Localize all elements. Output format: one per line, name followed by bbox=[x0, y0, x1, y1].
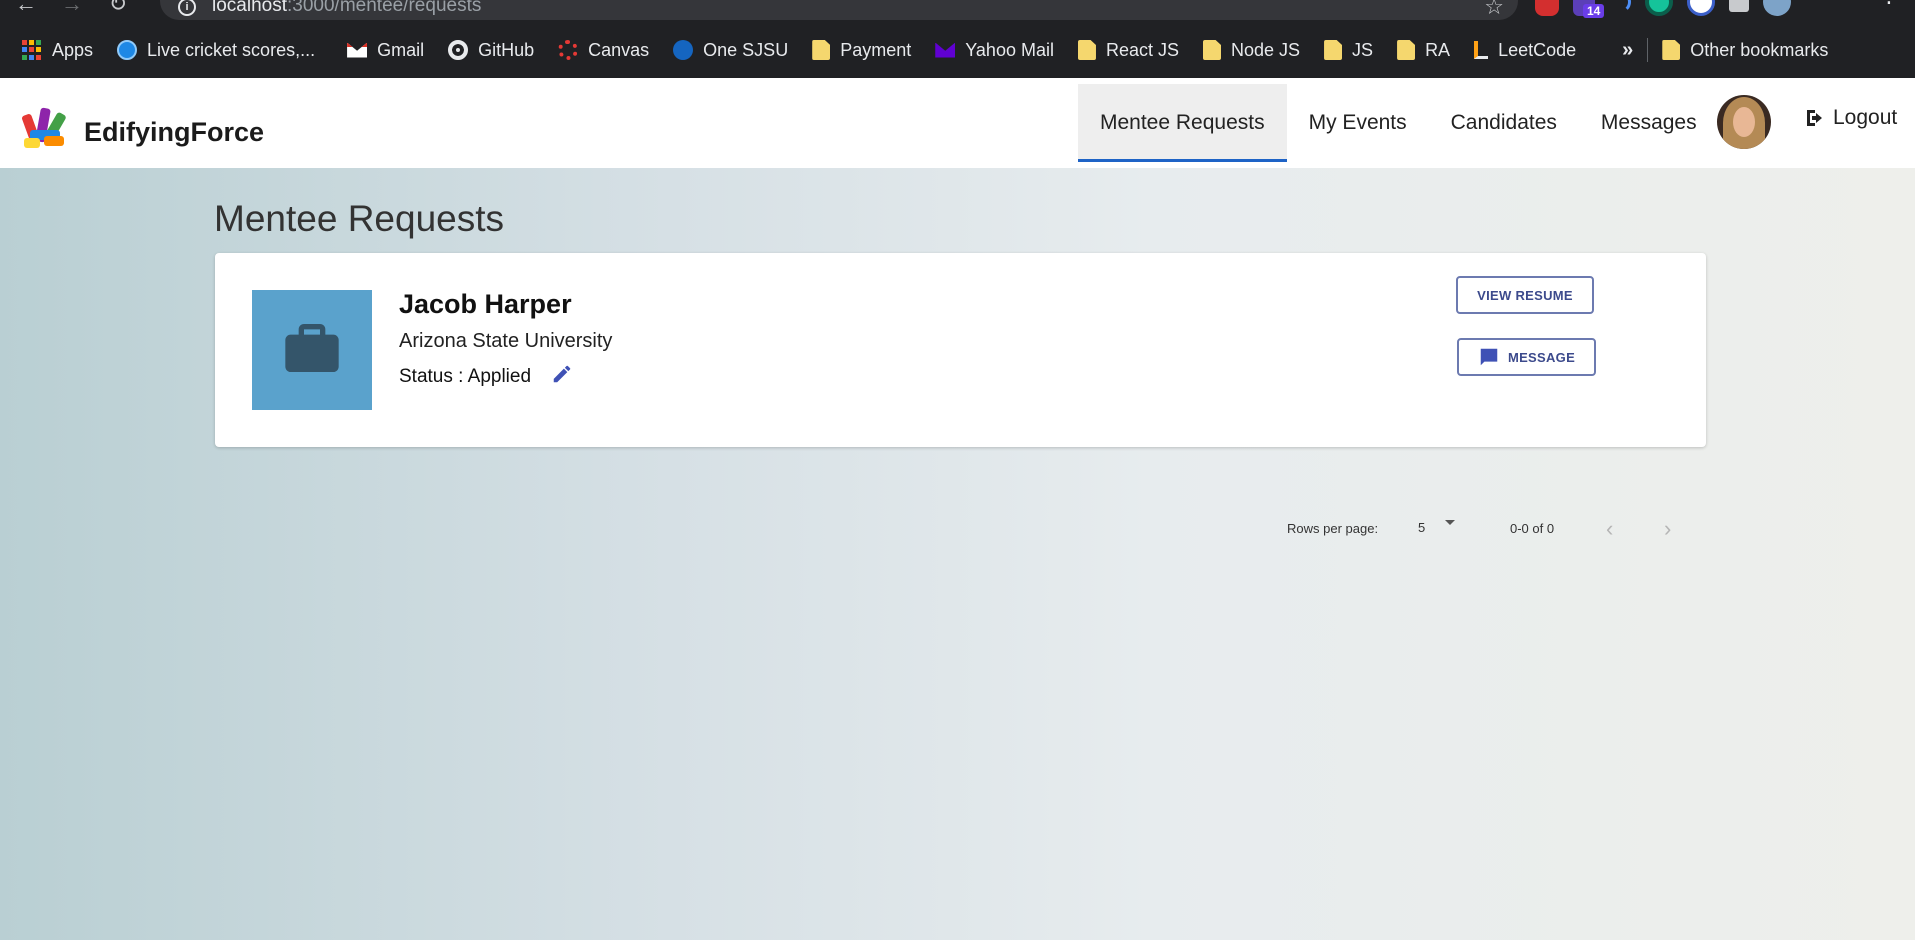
puzzle-extensions-icon[interactable] bbox=[1729, 0, 1749, 12]
logout-label: Logout bbox=[1833, 106, 1898, 129]
url-host: localhost bbox=[212, 0, 287, 16]
wifi-extension-icon[interactable] bbox=[1609, 0, 1631, 13]
bookmark-label: Apps bbox=[52, 39, 94, 60]
bookmark-apps[interactable]: Apps bbox=[22, 32, 93, 68]
status-text: Status : Applied bbox=[399, 366, 532, 387]
rows-per-page-select[interactable]: 5 bbox=[1418, 520, 1425, 535]
bookmark-leetcode[interactable]: LeetCode bbox=[1474, 32, 1576, 68]
previous-page-icon[interactable]: ‹ bbox=[1606, 516, 1613, 542]
card-thumbnail bbox=[252, 290, 372, 410]
site-info-icon[interactable]: i bbox=[178, 0, 196, 16]
forward-arrow-icon[interactable]: → bbox=[60, 0, 84, 16]
bookmark-payment[interactable]: Payment bbox=[812, 32, 911, 68]
avatar[interactable] bbox=[1717, 95, 1771, 149]
folder-icon bbox=[1662, 40, 1681, 60]
bookmark-label: Gmail bbox=[377, 39, 425, 60]
view-resume-button[interactable]: VIEW RESUME bbox=[1456, 276, 1594, 314]
bookmark-label: Payment bbox=[840, 39, 912, 60]
bookmarks-separator bbox=[1647, 38, 1649, 62]
apps-grid-icon bbox=[22, 40, 42, 60]
bookmark-gmail[interactable]: Gmail bbox=[347, 32, 424, 68]
bookmarks-bar: Apps Live cricket scores,... Gmail GitHu… bbox=[0, 32, 1915, 68]
bookmark-star-icon[interactable]: ☆ bbox=[1484, 0, 1504, 20]
mentee-school: Arizona State University bbox=[399, 330, 613, 352]
bookmark-label: Yahoo Mail bbox=[965, 39, 1054, 60]
bookmark-one-sjsu[interactable]: One SJSU bbox=[673, 32, 788, 68]
nav-tab-messages[interactable]: Messages bbox=[1579, 84, 1719, 162]
browser-chrome: ← → ↻ i localhost:3000/mentee/requests ☆… bbox=[0, 0, 1915, 78]
pagination-range: 0-0 of 0 bbox=[1510, 521, 1555, 536]
page-title: Mentee Requests bbox=[214, 198, 505, 239]
brand[interactable]: EdifyingForce bbox=[21, 104, 265, 160]
canvas-icon bbox=[558, 40, 579, 60]
edifyingforce-logo-icon bbox=[21, 104, 78, 160]
bookmark-label: JS bbox=[1352, 39, 1374, 60]
chat-bubble-icon bbox=[1480, 348, 1498, 366]
folder-icon bbox=[1324, 40, 1343, 60]
reload-icon[interactable]: ↻ bbox=[106, 0, 130, 16]
sjsu-icon bbox=[673, 40, 694, 60]
bookmark-yahoo-mail[interactable]: Yahoo Mail bbox=[935, 32, 1054, 68]
bookmark-label: React JS bbox=[1105, 39, 1179, 60]
url-path: :3000/mentee/requests bbox=[287, 0, 482, 16]
bookmark-label: LeetCode bbox=[1498, 39, 1577, 60]
bookmark-react-js[interactable]: React JS bbox=[1077, 32, 1179, 68]
request-card: Jacob Harper Arizona State University St… bbox=[215, 253, 1706, 447]
main-content: Mentee Requests Jacob Harper Arizona Sta… bbox=[0, 168, 1915, 940]
pagination: Rows per page: 5 0-0 of 0 ‹ › bbox=[0, 508, 1915, 548]
leetcode-icon bbox=[1474, 41, 1489, 59]
bookmark-label: RA bbox=[1425, 39, 1451, 60]
message-button[interactable]: MESSAGE bbox=[1457, 338, 1596, 376]
folder-icon bbox=[812, 40, 831, 60]
briefcase-icon bbox=[285, 324, 339, 372]
gmail-icon bbox=[347, 42, 368, 58]
back-arrow-icon[interactable]: ← bbox=[14, 0, 38, 16]
bookmark-cricket[interactable]: Live cricket scores,... bbox=[117, 32, 315, 68]
github-icon bbox=[448, 40, 469, 60]
address-bar[interactable]: i localhost:3000/mentee/requests ☆ bbox=[160, 0, 1518, 20]
avatar-face bbox=[1733, 107, 1755, 137]
bookmark-canvas[interactable]: Canvas bbox=[558, 32, 649, 68]
dropdown-caret-icon[interactable] bbox=[1445, 520, 1455, 525]
extension-badge: 14 bbox=[1583, 4, 1605, 18]
message-button-label: MESSAGE bbox=[1507, 349, 1576, 365]
brand-name: EdifyingForce bbox=[84, 116, 265, 147]
browser-nav: ← → ↻ bbox=[14, 0, 130, 16]
folder-icon bbox=[1397, 40, 1416, 60]
nav-tab-my-events[interactable]: My Events bbox=[1287, 84, 1429, 162]
folder-icon bbox=[1077, 40, 1096, 60]
adblock-extension-icon[interactable] bbox=[1535, 0, 1559, 16]
bookmark-js[interactable]: JS bbox=[1324, 32, 1373, 68]
bookmark-label: GitHub bbox=[478, 39, 535, 60]
bookmark-other[interactable]: Other bookmarks bbox=[1662, 32, 1828, 68]
bookmarks-overflow-icon[interactable]: » bbox=[1622, 39, 1633, 62]
bookmark-label: Live cricket scores,... bbox=[147, 39, 316, 60]
folder-icon bbox=[1203, 40, 1221, 60]
bookmark-label: Node JS bbox=[1231, 39, 1301, 60]
url-text[interactable]: localhost:3000/mentee/requests bbox=[212, 0, 481, 17]
bookmark-github[interactable]: GitHub bbox=[448, 32, 534, 68]
profile-icon[interactable] bbox=[1763, 0, 1791, 16]
next-page-icon[interactable]: › bbox=[1664, 516, 1671, 542]
status-row: Status : Applied bbox=[399, 363, 573, 388]
logout-button[interactable]: Logout bbox=[1803, 106, 1897, 130]
bookmark-node-js[interactable]: Node JS bbox=[1203, 32, 1300, 68]
owl-extension-icon[interactable] bbox=[1687, 0, 1715, 16]
nav-tab-mentee-requests[interactable]: Mentee Requests bbox=[1078, 84, 1287, 162]
bookmark-label: One SJSU bbox=[703, 39, 789, 60]
bookmark-ra[interactable]: RA bbox=[1397, 32, 1450, 68]
top-nav: Mentee Requests My Events Candidates Mes… bbox=[1078, 84, 1719, 162]
globe-icon bbox=[117, 40, 138, 60]
app-header: EdifyingForce Mentee Requests My Events … bbox=[0, 78, 1915, 168]
grammarly-extension-icon[interactable] bbox=[1645, 0, 1673, 16]
extensions-bar: 14 bbox=[1535, 0, 1791, 18]
bookmark-label: Other bookmarks bbox=[1690, 39, 1829, 60]
bookmark-label: Canvas bbox=[588, 39, 650, 60]
rows-per-page-label: Rows per page: bbox=[1287, 521, 1379, 536]
edit-pencil-icon[interactable] bbox=[551, 363, 573, 385]
yahoo-mail-icon bbox=[935, 42, 956, 58]
nav-tab-candidates[interactable]: Candidates bbox=[1429, 84, 1579, 162]
logout-icon bbox=[1807, 110, 1822, 126]
mentee-name: Jacob Harper bbox=[399, 289, 572, 319]
